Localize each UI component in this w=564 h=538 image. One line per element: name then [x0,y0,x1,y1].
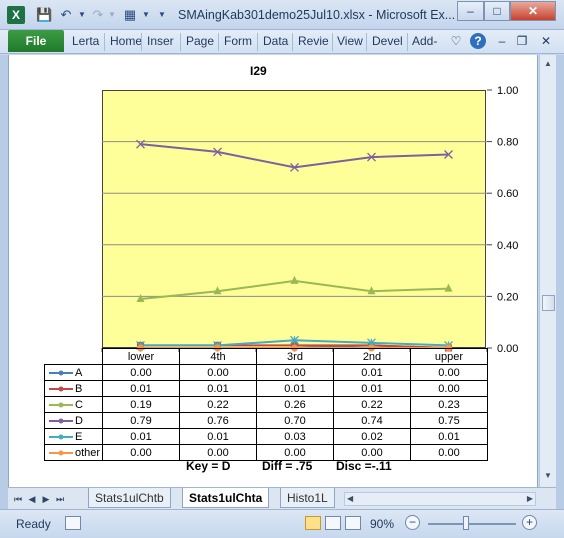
legend-key-icon [49,386,73,392]
page-break-view-icon[interactable] [345,516,361,530]
zoom-out-button[interactable]: − [405,515,420,530]
zoom-slider-thumb[interactable] [463,516,469,530]
legend-key-icon [49,402,73,408]
series-line-d [140,143,449,169]
macro-record-icon[interactable] [65,516,81,530]
table-cell: 0.74 [333,412,411,429]
legend-key-icon [49,434,73,440]
table-cell: 0.01 [333,364,411,381]
disc-label: Disc =-.11 [336,459,392,473]
scroll-right-icon[interactable]: ▶ [527,493,533,505]
sheet-tab-bar: ⏮ ◀ ▶ ⏭ Stats1ulChtb Stats1ulChta Histo1… [8,487,556,509]
column-header: lower [102,348,180,365]
column-header: upper [410,348,488,365]
prev-sheet-icon[interactable]: ◀ [26,492,38,506]
table-corner [45,349,103,365]
status-ready: Ready [16,517,51,531]
status-bar: Ready 90% − + [0,509,564,538]
legend-entry: D [44,412,103,429]
scroll-left-icon[interactable]: ◀ [347,493,353,505]
zoom-slider[interactable] [428,523,516,525]
table-cell: 0.02 [333,428,411,445]
legend-key-icon [49,418,73,424]
table-cell: 0.75 [410,412,488,429]
sheet-tab-stats1ulchta[interactable]: Stats1ulChta [182,488,270,508]
scroll-up-icon[interactable]: ▲ [541,57,555,71]
horizontal-scrollbar[interactable]: ◀ ▶ [344,492,536,506]
zoom-in-button[interactable]: + [522,515,537,530]
column-header: 2nd [333,348,411,365]
first-sheet-icon[interactable]: ⏮ [12,492,24,506]
table-cell: 0.01 [179,428,257,445]
data-table: lower 4th 3rd 2nd upper A 0.00 0.00 0.00 0.0… [44,348,488,461]
table-row: E 0.01 0.01 0.03 0.02 0.01 [44,428,488,445]
y-tick-label: 0.40 [497,240,518,252]
table-cell: 0.01 [333,380,411,397]
legend-entry: other [44,444,103,461]
table-row: C 0.19 0.22 0.26 0.22 0.23 [44,396,488,413]
y-tick-label: 0.60 [497,188,518,200]
table-cell: 0.19 [102,396,180,413]
zoom-level[interactable]: 90% [370,517,394,531]
legend-key-icon [49,450,73,456]
y-tick-label: 0.20 [497,291,518,303]
table-cell: 0.01 [179,380,257,397]
table-cell: 0.00 [410,364,488,381]
y-tick-label: 1.00 [497,85,518,97]
legend-entry: B [44,380,103,397]
legend-entry: A [44,364,103,381]
series-c-marker [444,283,453,292]
table-cell: 0.23 [410,396,488,413]
table-cell: 0.01 [410,428,488,445]
sheet-tab-histo1l[interactable]: Histo1L [280,488,335,508]
y-tick-label: 0.80 [497,137,518,149]
legend-label: A [75,366,83,379]
normal-view-icon[interactable] [305,516,321,530]
table-cell: 0.70 [256,412,334,429]
table-cell: 0.22 [333,396,411,413]
table-cell: 0.79 [102,412,180,429]
table-cell: 0.00 [410,444,488,461]
table-cell: 0.00 [102,364,180,381]
table-row: B 0.01 0.01 0.01 0.01 0.00 [44,380,488,397]
y-tick-label: 0.00 [497,343,518,355]
last-sheet-icon[interactable]: ⏭ [54,492,66,506]
table-row: D 0.79 0.76 0.70 0.74 0.75 [44,412,488,429]
column-header: 4th [179,348,257,365]
next-sheet-icon[interactable]: ▶ [40,492,52,506]
table-cell: 0.22 [179,396,257,413]
legend-label: B [75,382,83,395]
table-cell: 0.00 [179,364,257,381]
table-row: A 0.00 0.00 0.00 0.01 0.00 [44,364,488,381]
column-header: 3rd [256,348,334,365]
legend-label: C [75,398,83,411]
table-cell: 0.00 [102,444,180,461]
table-cell: 0.01 [102,380,180,397]
table-cell: 0.00 [410,380,488,397]
table-cell: 0.00 [256,364,334,381]
legend-entry: C [44,396,103,413]
scroll-down-icon[interactable]: ▼ [541,469,555,483]
key-label: Key = D [186,459,231,473]
legend-label: E [75,430,83,443]
legend-entry: E [44,428,103,445]
table-cell: 0.01 [256,380,334,397]
series-c-marker [290,275,299,284]
table-cell: 0.26 [256,396,334,413]
sheet-tab-stats1ulchtb[interactable]: Stats1ulChtb [88,488,171,508]
scroll-thumb[interactable] [542,295,555,311]
table-cell: 0.76 [179,412,257,429]
vertical-scrollbar[interactable]: ▲ ▼ [539,55,556,487]
page-layout-view-icon[interactable] [325,516,341,530]
table-cell: 0.03 [256,428,334,445]
legend-label: D [75,414,83,427]
legend-label: other [75,446,101,459]
table-header-row: lower 4th 3rd 2nd upper [45,348,488,365]
diff-label: Diff = .75 [262,459,313,473]
legend-key-icon [49,370,73,376]
table-cell: 0.01 [102,428,180,445]
